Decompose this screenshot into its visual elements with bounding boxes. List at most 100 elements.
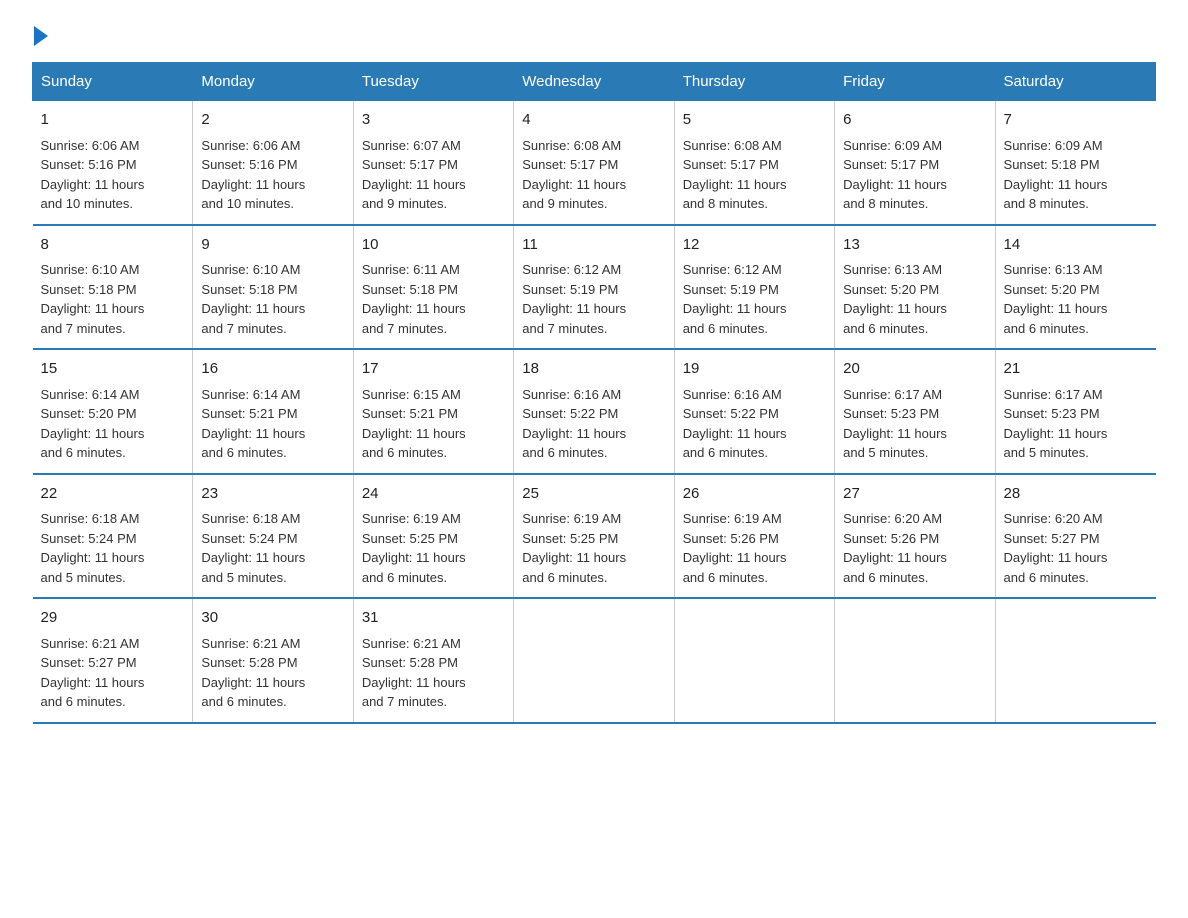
- day-info: Sunrise: 6:06 AMSunset: 5:16 PMDaylight:…: [41, 136, 185, 214]
- day-number: 12: [683, 234, 826, 257]
- day-info: Sunrise: 6:07 AMSunset: 5:17 PMDaylight:…: [362, 136, 505, 214]
- day-number: 15: [41, 358, 185, 381]
- day-number: 6: [843, 109, 986, 132]
- calendar-header-row: SundayMondayTuesdayWednesdayThursdayFrid…: [33, 63, 1156, 101]
- header-sunday: Sunday: [33, 63, 193, 101]
- calendar-cell: 22 Sunrise: 6:18 AMSunset: 5:24 PMDayligh…: [33, 474, 193, 599]
- day-number: 5: [683, 109, 826, 132]
- calendar-cell: [674, 598, 834, 723]
- calendar-cell: 7 Sunrise: 6:09 AMSunset: 5:18 PMDaylight…: [995, 101, 1155, 225]
- day-number: 18: [522, 358, 665, 381]
- calendar-cell: 3 Sunrise: 6:07 AMSunset: 5:17 PMDaylight…: [353, 101, 513, 225]
- header-tuesday: Tuesday: [353, 63, 513, 101]
- day-info: Sunrise: 6:19 AMSunset: 5:25 PMDaylight:…: [522, 509, 665, 587]
- header-wednesday: Wednesday: [514, 63, 674, 101]
- day-info: Sunrise: 6:13 AMSunset: 5:20 PMDaylight:…: [843, 260, 986, 338]
- day-info: Sunrise: 6:17 AMSunset: 5:23 PMDaylight:…: [843, 385, 986, 463]
- calendar-week-1: 1 Sunrise: 6:06 AMSunset: 5:16 PMDaylight…: [33, 101, 1156, 225]
- day-number: 10: [362, 234, 505, 257]
- calendar-week-3: 15 Sunrise: 6:14 AMSunset: 5:20 PMDayligh…: [33, 349, 1156, 474]
- day-number: 30: [201, 607, 344, 630]
- logo: [32, 24, 48, 46]
- day-number: 17: [362, 358, 505, 381]
- calendar-cell: 28Sunrise: 6:20 AMSunset: 5:27 PMDayligh…: [995, 474, 1155, 599]
- calendar-cell: 10Sunrise: 6:11 AMSunset: 5:18 PMDayligh…: [353, 225, 513, 350]
- day-info: Sunrise: 6:21 AMSunset: 5:27 PMDaylight:…: [41, 634, 185, 712]
- day-number: 13: [843, 234, 986, 257]
- calendar-cell: 13 Sunrise: 6:13 AMSunset: 5:20 PMDayligh…: [835, 225, 995, 350]
- day-number: 7: [1004, 109, 1148, 132]
- calendar-week-4: 22 Sunrise: 6:18 AMSunset: 5:24 PMDayligh…: [33, 474, 1156, 599]
- day-number: 1: [41, 109, 185, 132]
- logo-arrow-icon: [34, 26, 48, 46]
- day-number: 11: [522, 234, 665, 257]
- day-number: 21: [1004, 358, 1148, 381]
- header-monday: Monday: [193, 63, 353, 101]
- day-number: 8: [41, 234, 185, 257]
- day-number: 26: [683, 483, 826, 506]
- day-number: 24: [362, 483, 505, 506]
- day-info: Sunrise: 6:19 AMSunset: 5:25 PMDaylight:…: [362, 509, 505, 587]
- page-header: [32, 24, 1156, 46]
- day-info: Sunrise: 6:14 AMSunset: 5:20 PMDaylight:…: [41, 385, 185, 463]
- calendar-cell: [835, 598, 995, 723]
- calendar-week-2: 8 Sunrise: 6:10 AMSunset: 5:18 PMDaylight…: [33, 225, 1156, 350]
- calendar-cell: 16 Sunrise: 6:14 AMSunset: 5:21 PMDayligh…: [193, 349, 353, 474]
- calendar-cell: 21 Sunrise: 6:17 AMSunset: 5:23 PMDayligh…: [995, 349, 1155, 474]
- calendar-cell: 9Sunrise: 6:10 AMSunset: 5:18 PMDaylight…: [193, 225, 353, 350]
- day-number: 4: [522, 109, 665, 132]
- day-info: Sunrise: 6:15 AMSunset: 5:21 PMDaylight:…: [362, 385, 505, 463]
- calendar-cell: 15 Sunrise: 6:14 AMSunset: 5:20 PMDayligh…: [33, 349, 193, 474]
- day-info: Sunrise: 6:16 AMSunset: 5:22 PMDaylight:…: [683, 385, 826, 463]
- day-info: Sunrise: 6:12 AMSunset: 5:19 PMDaylight:…: [683, 260, 826, 338]
- day-number: 27: [843, 483, 986, 506]
- day-info: Sunrise: 6:09 AMSunset: 5:17 PMDaylight:…: [843, 136, 986, 214]
- calendar-cell: 6 Sunrise: 6:09 AMSunset: 5:17 PMDaylight…: [835, 101, 995, 225]
- calendar-cell: 18 Sunrise: 6:16 AMSunset: 5:22 PMDayligh…: [514, 349, 674, 474]
- header-saturday: Saturday: [995, 63, 1155, 101]
- calendar-cell: 11 Sunrise: 6:12 AMSunset: 5:19 PMDayligh…: [514, 225, 674, 350]
- day-number: 25: [522, 483, 665, 506]
- calendar-cell: 29 Sunrise: 6:21 AMSunset: 5:27 PMDayligh…: [33, 598, 193, 723]
- calendar-cell: 27 Sunrise: 6:20 AMSunset: 5:26 PMDayligh…: [835, 474, 995, 599]
- calendar-cell: 20 Sunrise: 6:17 AMSunset: 5:23 PMDayligh…: [835, 349, 995, 474]
- day-info: Sunrise: 6:16 AMSunset: 5:22 PMDaylight:…: [522, 385, 665, 463]
- header-thursday: Thursday: [674, 63, 834, 101]
- day-info: Sunrise: 6:20 AMSunset: 5:26 PMDaylight:…: [843, 509, 986, 587]
- day-info: Sunrise: 6:18 AMSunset: 5:24 PMDaylight:…: [201, 509, 344, 587]
- day-number: 22: [41, 483, 185, 506]
- day-number: 20: [843, 358, 986, 381]
- day-number: 19: [683, 358, 826, 381]
- calendar-cell: 2 Sunrise: 6:06 AMSunset: 5:16 PMDaylight…: [193, 101, 353, 225]
- day-number: 3: [362, 109, 505, 132]
- day-info: Sunrise: 6:09 AMSunset: 5:18 PMDaylight:…: [1004, 136, 1148, 214]
- day-info: Sunrise: 6:06 AMSunset: 5:16 PMDaylight:…: [201, 136, 344, 214]
- day-number: 23: [201, 483, 344, 506]
- day-info: Sunrise: 6:13 AMSunset: 5:20 PMDaylight:…: [1004, 260, 1148, 338]
- day-info: Sunrise: 6:08 AMSunset: 5:17 PMDaylight:…: [522, 136, 665, 214]
- day-info: Sunrise: 6:17 AMSunset: 5:23 PMDaylight:…: [1004, 385, 1148, 463]
- day-info: Sunrise: 6:19 AMSunset: 5:26 PMDaylight:…: [683, 509, 826, 587]
- calendar-cell: 19 Sunrise: 6:16 AMSunset: 5:22 PMDayligh…: [674, 349, 834, 474]
- calendar-cell: 4 Sunrise: 6:08 AMSunset: 5:17 PMDaylight…: [514, 101, 674, 225]
- calendar-cell: 8Sunrise: 6:10 AMSunset: 5:18 PMDaylight…: [33, 225, 193, 350]
- calendar-cell: 14 Sunrise: 6:13 AMSunset: 5:20 PMDayligh…: [995, 225, 1155, 350]
- day-number: 16: [201, 358, 344, 381]
- day-info: Sunrise: 6:20 AMSunset: 5:27 PMDaylight:…: [1004, 509, 1148, 587]
- calendar-cell: [514, 598, 674, 723]
- day-number: 14: [1004, 234, 1148, 257]
- day-number: 2: [201, 109, 344, 132]
- day-info: Sunrise: 6:14 AMSunset: 5:21 PMDaylight:…: [201, 385, 344, 463]
- calendar-cell: 17 Sunrise: 6:15 AMSunset: 5:21 PMDayligh…: [353, 349, 513, 474]
- header-friday: Friday: [835, 63, 995, 101]
- day-number: 31: [362, 607, 505, 630]
- calendar-cell: 1 Sunrise: 6:06 AMSunset: 5:16 PMDaylight…: [33, 101, 193, 225]
- calendar-cell: [995, 598, 1155, 723]
- calendar-cell: 30Sunrise: 6:21 AMSunset: 5:28 PMDayligh…: [193, 598, 353, 723]
- day-number: 29: [41, 607, 185, 630]
- day-info: Sunrise: 6:12 AMSunset: 5:19 PMDaylight:…: [522, 260, 665, 338]
- day-info: Sunrise: 6:10 AMSunset: 5:18 PMDaylight:…: [201, 260, 344, 338]
- day-info: Sunrise: 6:21 AMSunset: 5:28 PMDaylight:…: [362, 634, 505, 712]
- day-info: Sunrise: 6:08 AMSunset: 5:17 PMDaylight:…: [683, 136, 826, 214]
- day-info: Sunrise: 6:18 AMSunset: 5:24 PMDaylight:…: [41, 509, 185, 587]
